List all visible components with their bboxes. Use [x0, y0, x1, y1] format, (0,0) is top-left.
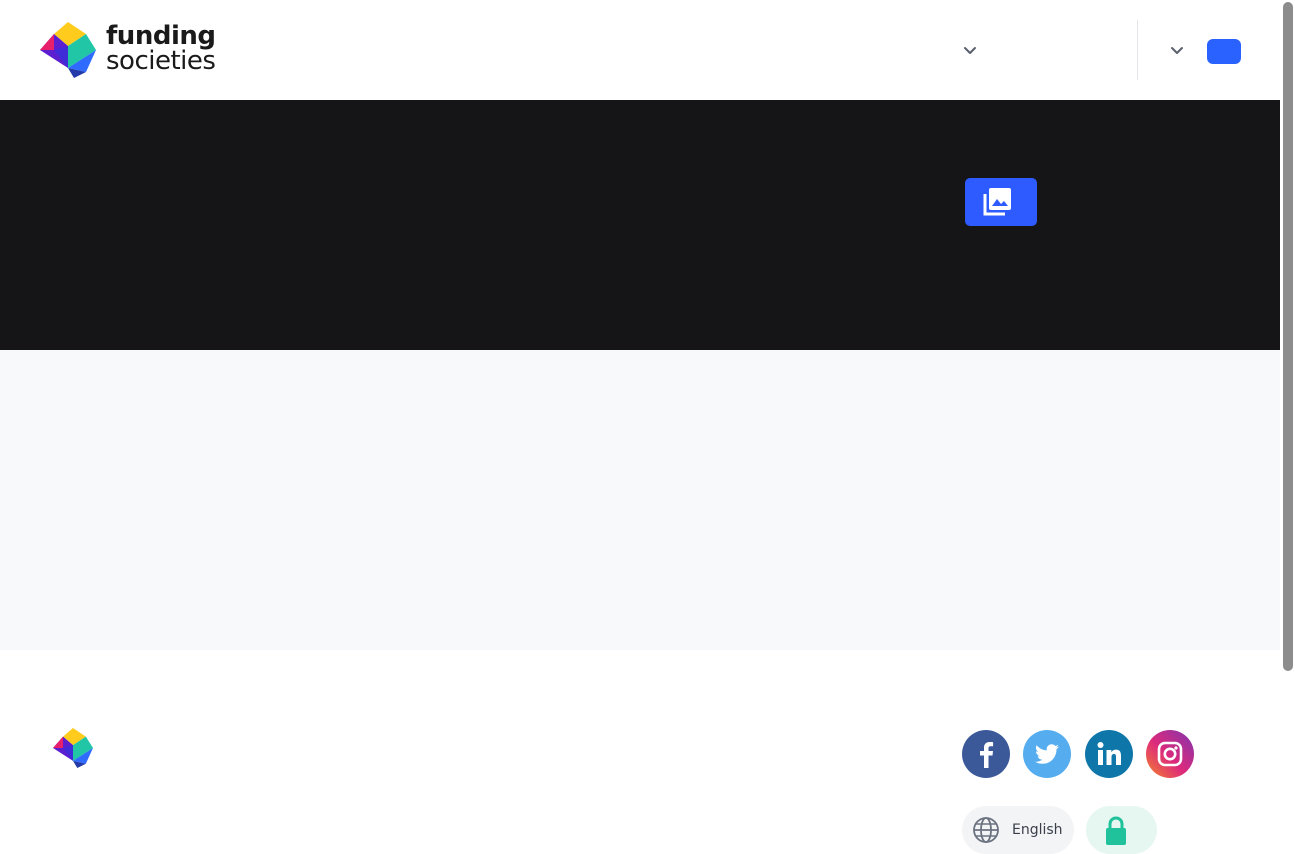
logo-mark-icon [40, 22, 96, 78]
logo-line-1: funding [106, 21, 216, 51]
facebook-icon[interactable] [962, 730, 1010, 778]
chevron-down-icon[interactable] [1169, 42, 1185, 58]
content-section [0, 350, 1280, 650]
twitter-icon[interactable] [1023, 730, 1071, 778]
logo-line-2: societies [106, 46, 216, 76]
secure-badge[interactable] [1086, 806, 1157, 854]
hero-banner [0, 100, 1280, 350]
cta-button[interactable] [1207, 39, 1241, 64]
chevron-down-icon[interactable] [962, 42, 978, 58]
language-selector[interactable]: English [962, 806, 1074, 854]
logo-wordmark: funding societies [106, 21, 216, 76]
site-header: funding societies [0, 0, 1280, 100]
site-logo[interactable]: funding societies [40, 22, 220, 78]
footer-logo-icon[interactable] [53, 728, 93, 768]
nav-divider [1137, 20, 1138, 80]
globe-icon [973, 817, 999, 843]
photo-library-icon [983, 188, 1011, 216]
scrollbar-thumb[interactable] [1283, 2, 1293, 671]
instagram-icon[interactable] [1146, 730, 1194, 778]
linkedin-icon[interactable] [1085, 730, 1133, 778]
lock-icon [1106, 816, 1126, 845]
language-label: English [1012, 822, 1063, 838]
photo-gallery-button[interactable] [965, 178, 1037, 226]
site-footer: English [0, 650, 1280, 854]
